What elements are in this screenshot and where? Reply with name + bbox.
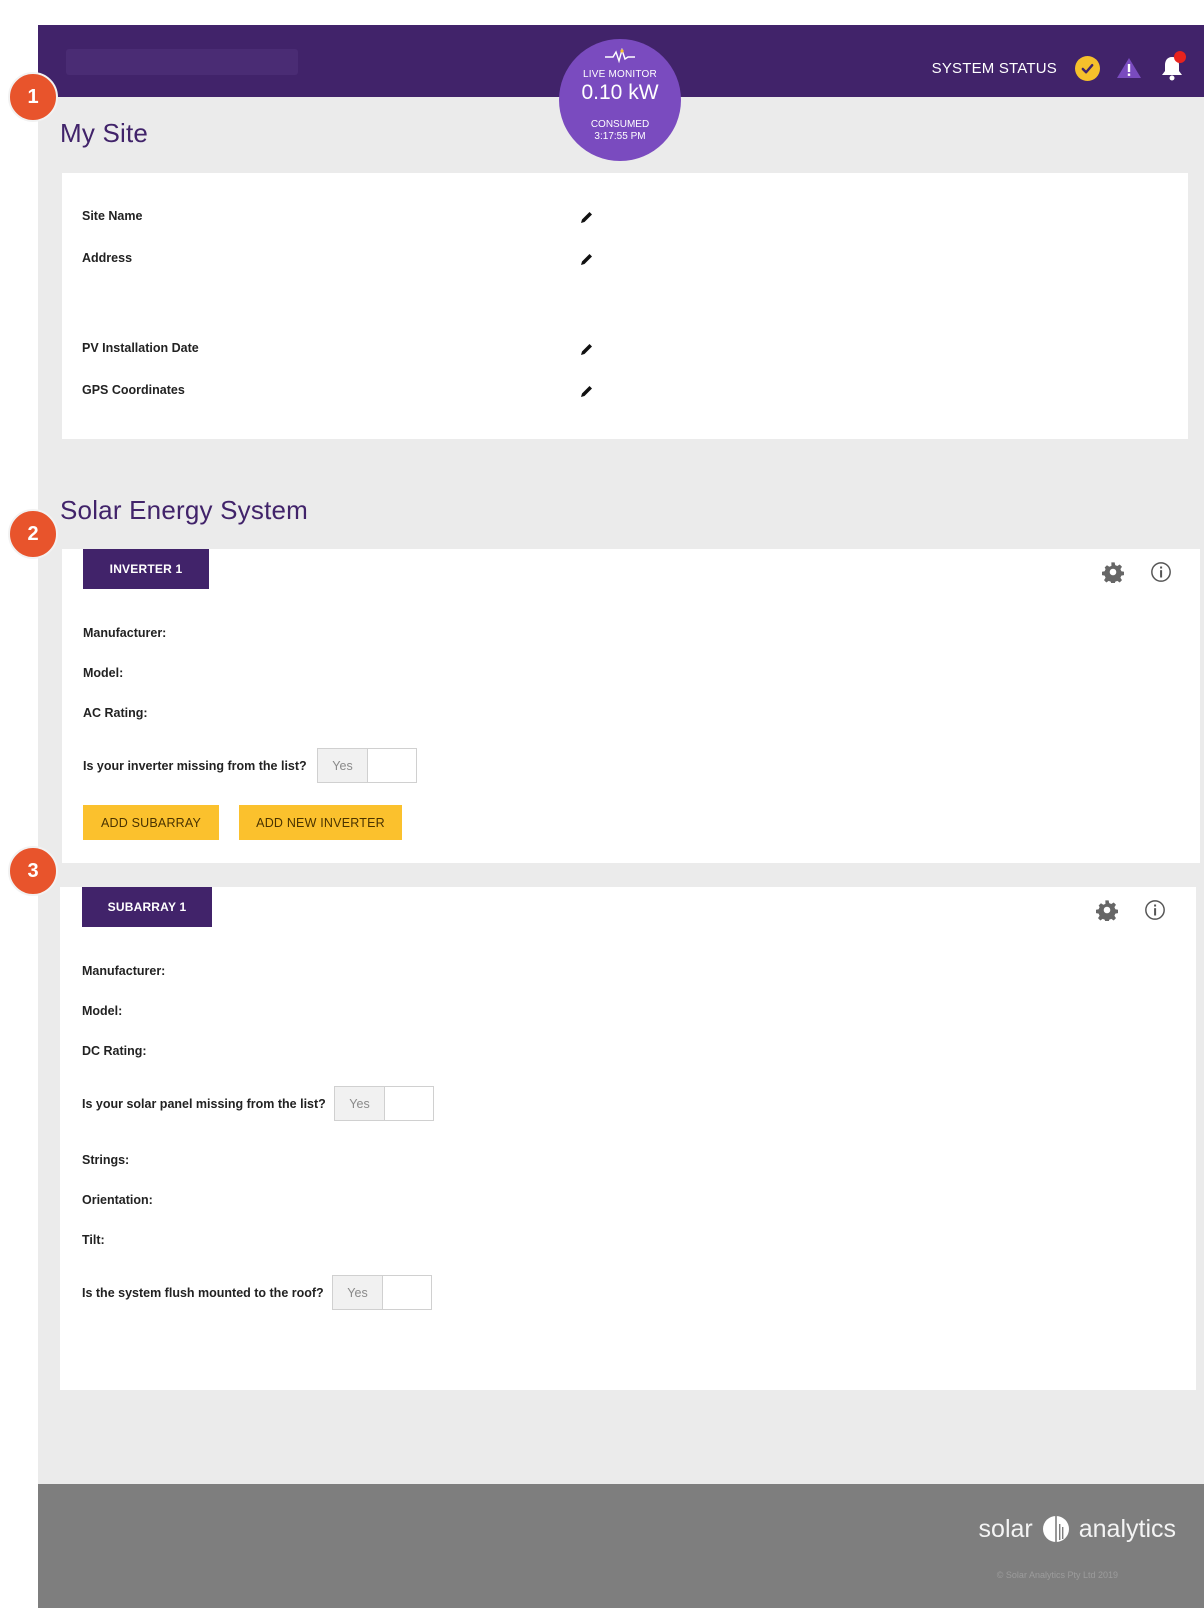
add-subarray-button[interactable]: ADD SUBARRAY (83, 805, 219, 840)
my-site-card: Site Name Address PV Installation Date G… (62, 173, 1188, 439)
edit-gps-pencil-icon[interactable] (580, 384, 594, 398)
inverter-missing-yes[interactable]: Yes (318, 749, 368, 782)
solar-panel-missing-toggle[interactable]: Yes (334, 1086, 434, 1121)
callout-1: 1 (8, 72, 58, 122)
subarray-model-label: Model: (82, 1004, 123, 1018)
monitor-value: 0.10 kW (581, 81, 659, 104)
callout-3: 3 (8, 846, 58, 896)
monitor-consumed-label: CONSUMED (590, 119, 650, 130)
info-icon[interactable] (1144, 899, 1166, 921)
tab-inverter-1[interactable]: INVERTER 1 (83, 549, 209, 589)
monitor-time: 3:17:55 PM (594, 131, 646, 142)
address-label: Address (82, 251, 133, 265)
app-frame: SYSTEM STATUS LIVE MONITOR 0.10 kW CONSU… (38, 25, 1204, 1608)
flush-mounted-no[interactable] (383, 1276, 431, 1309)
warning-triangle-icon[interactable] (1116, 56, 1142, 80)
subarray-card-actions (1096, 899, 1166, 921)
system-status-label[interactable]: SYSTEM STATUS (932, 60, 1057, 77)
inverter-model-label: Model: (83, 666, 124, 680)
callout-2: 2 (8, 509, 58, 559)
subarray-card: SUBARRAY 1 Manufacturer: Model: DC Ratin… (60, 887, 1196, 1390)
add-new-inverter-button[interactable]: ADD NEW INVERTER (239, 805, 402, 840)
pulse-icon (605, 48, 635, 64)
orientation-label: Orientation: (82, 1193, 153, 1207)
inverter-card-actions (1102, 561, 1172, 583)
inverter-card: INVERTER 1 Manufacturer: Model: AC Ratin… (62, 549, 1200, 863)
header-logo-placeholder[interactable] (66, 49, 298, 75)
gear-icon[interactable] (1102, 561, 1124, 583)
inverter-missing-no[interactable] (368, 749, 416, 782)
my-site-title: My Site (60, 118, 149, 148)
site-name-label: Site Name (82, 209, 143, 223)
flush-mounted-toggle[interactable]: Yes (332, 1275, 432, 1310)
live-monitor-badge[interactable]: LIVE MONITOR 0.10 kW CONSUMED 3:17:55 PM (559, 39, 681, 161)
footer: solar analytics © Solar Analytics Pty Lt… (38, 1484, 1204, 1608)
inverter-manufacturer-label: Manufacturer: (83, 626, 167, 640)
strings-label: Strings: (82, 1153, 130, 1167)
edit-pv-date-pencil-icon[interactable] (580, 342, 594, 356)
edit-address-pencil-icon[interactable] (580, 252, 594, 266)
notification-dot (1174, 51, 1186, 63)
subarray-manufacturer-label: Manufacturer: (82, 964, 166, 978)
flush-mounted-question: Is the system flush mounted to the roof? (82, 1286, 324, 1300)
copyright-text: © Solar Analytics Pty Ltd 2019 (996, 1570, 1118, 1580)
flush-mounted-yes[interactable]: Yes (333, 1276, 383, 1309)
check-circle-icon[interactable] (1075, 55, 1100, 81)
solar-panel-missing-question: Is your solar panel missing from the lis… (82, 1097, 326, 1111)
monitor-label: LIVE MONITOR (583, 69, 657, 80)
solar-panel-missing-no[interactable] (385, 1087, 433, 1120)
brand-text-right: analytics (1078, 1514, 1176, 1543)
tab-subarray-1[interactable]: SUBARRAY 1 (82, 887, 212, 927)
brand-text-left: solar (978, 1514, 1033, 1543)
solar-energy-system-title: Solar Energy System (60, 495, 309, 525)
pv-installation-date-label: PV Installation Date (82, 341, 199, 355)
brand-logo-icon (1042, 1516, 1069, 1542)
gps-coordinates-label: GPS Coordinates (82, 383, 185, 397)
solar-panel-missing-yes[interactable]: Yes (335, 1087, 385, 1120)
subarray-dc-rating-label: DC Rating: (82, 1044, 147, 1058)
solar-analytics-logo[interactable]: solar analytics (979, 1514, 1176, 1544)
inverter-missing-toggle[interactable]: Yes (317, 748, 417, 783)
edit-site-name-pencil-icon[interactable] (580, 210, 594, 224)
inverter-missing-question: Is your inverter missing from the list? (83, 759, 307, 773)
bell-icon[interactable] (1158, 51, 1186, 83)
system-status-area: SYSTEM STATUS (932, 51, 1186, 83)
tilt-label: Tilt: (82, 1233, 105, 1247)
gear-icon[interactable] (1096, 899, 1118, 921)
info-icon[interactable] (1150, 561, 1172, 583)
inverter-ac-rating-label: AC Rating: (83, 706, 148, 720)
